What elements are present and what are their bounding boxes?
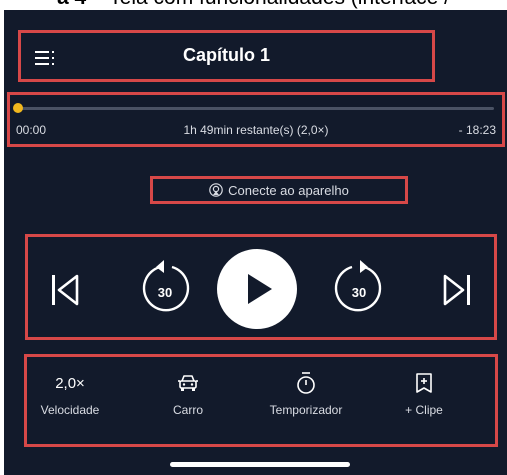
chapter-title[interactable]: Capítulo 1 <box>21 45 432 66</box>
connect-highlight: Conecte ao aparelho <box>150 176 408 204</box>
skip-next-icon[interactable] <box>442 273 472 307</box>
car-mode-option[interactable]: Carro <box>133 369 243 417</box>
connect-device-button[interactable]: Conecte ao aparelho <box>153 183 405 198</box>
cast-icon <box>209 183 223 197</box>
car-mode-label: Carro <box>172 403 203 417</box>
options-highlight: 2,0× Velocidade Carro Temporizador + Cli… <box>24 354 498 447</box>
speed-label: Velocidade <box>40 403 100 417</box>
timer-icon <box>297 372 315 394</box>
rewind-seconds: 30 <box>157 285 173 300</box>
progress-knob[interactable] <box>13 103 23 113</box>
forward-seconds: 30 <box>351 285 367 300</box>
sleep-timer-option[interactable]: Temporizador <box>251 369 361 417</box>
figure-caption-prefix: a 4 – <box>57 0 104 9</box>
speed-value: 2,0× <box>55 374 85 392</box>
figure-caption-text: Tela com funcionalidades (interface / <box>109 0 450 9</box>
progress-highlight: 00:00 1h 49min restante(s) (2,0×) - 18:2… <box>7 92 505 147</box>
progress-track[interactable] <box>13 103 494 113</box>
chapter-end-time: - 18:23 <box>458 123 496 137</box>
remaining-time: 1h 49min restante(s) (2,0×) <box>183 123 329 137</box>
transport-highlight: 30 30 <box>25 234 497 340</box>
home-indicator[interactable] <box>170 462 350 467</box>
header-highlight: Capítulo 1 <box>18 30 435 82</box>
speed-option[interactable]: 2,0× Velocidade <box>15 369 125 418</box>
audiobook-player: Capítulo 1 00:00 1h 49min restante(s) (2… <box>4 10 507 475</box>
bookmark-plus-icon <box>416 373 432 393</box>
connect-device-label: Conecte ao aparelho <box>228 183 349 198</box>
sleep-timer-label: Temporizador <box>269 403 343 417</box>
add-clip-label: + Clipe <box>405 403 443 417</box>
forward-30-button[interactable]: 30 <box>332 257 386 317</box>
skip-previous-icon[interactable] <box>50 273 80 307</box>
rewind-30-button[interactable]: 30 <box>138 257 192 317</box>
play-icon <box>248 274 272 304</box>
car-icon <box>178 375 198 391</box>
play-button[interactable] <box>217 249 297 329</box>
add-clip-option[interactable]: + Clipe <box>369 369 479 417</box>
